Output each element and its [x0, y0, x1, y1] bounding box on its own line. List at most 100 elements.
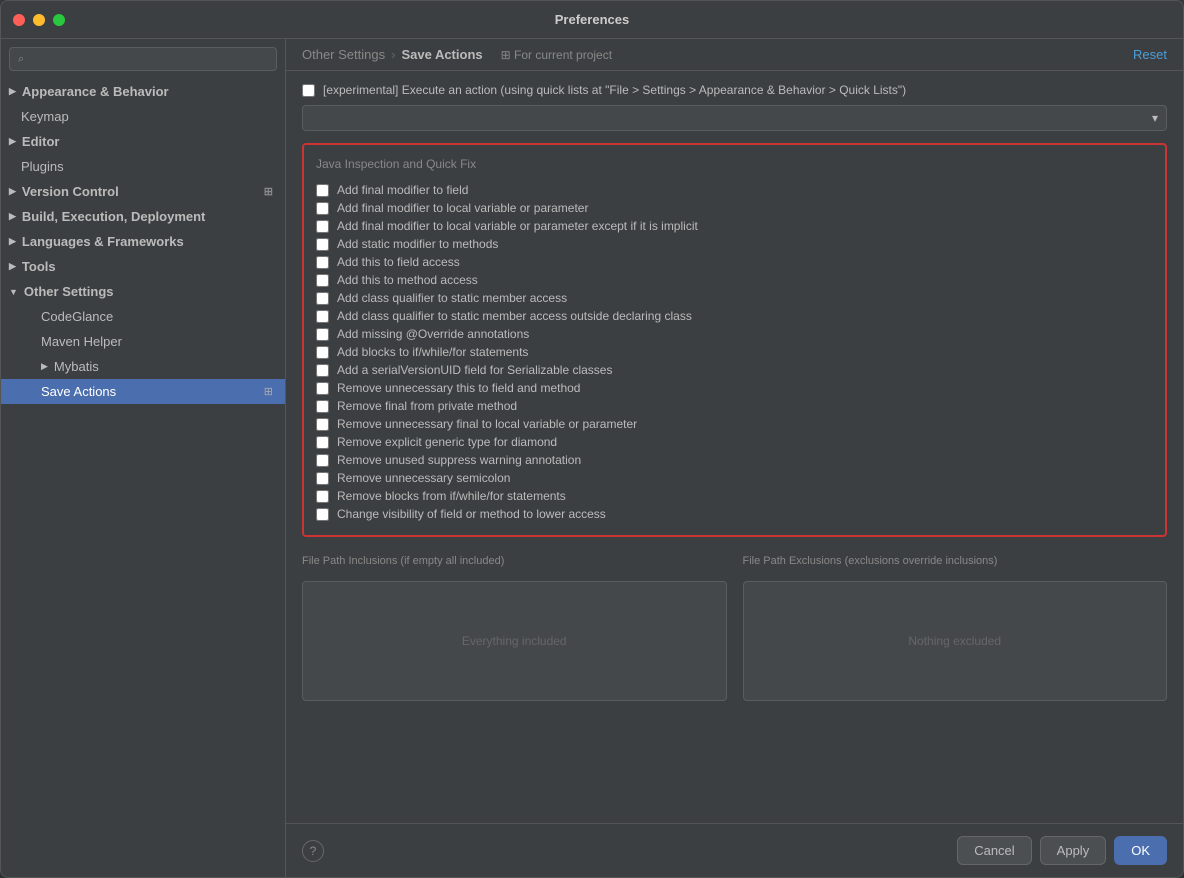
- title-bar: Preferences: [1, 1, 1183, 39]
- label-remove-blocks: Remove blocks from if/while/for statemen…: [337, 489, 566, 503]
- sidebar-item-label: Mybatis: [54, 359, 99, 374]
- chevron-right-icon: ▶: [9, 186, 16, 197]
- close-button[interactable]: [13, 14, 25, 26]
- checkbox-add-final-local[interactable]: [316, 202, 329, 215]
- label-remove-final-local: Remove unnecessary final to local variab…: [337, 417, 637, 431]
- inspection-title: Java Inspection and Quick Fix: [316, 157, 1153, 171]
- inspection-item-17: Remove blocks from if/while/for statemen…: [316, 487, 1153, 505]
- sidebar-item-appearance[interactable]: ▶ Appearance & Behavior: [1, 79, 285, 104]
- sidebar-item-keymap[interactable]: Keymap: [1, 104, 285, 129]
- experimental-checkbox[interactable]: [302, 84, 315, 97]
- label-add-serial: Add a serialVersionUID field for Seriali…: [337, 363, 612, 377]
- dropdown-row[interactable]: ▾: [302, 105, 1167, 131]
- sidebar-item-build[interactable]: ▶ Build, Execution, Deployment: [1, 204, 285, 229]
- search-box[interactable]: ⌕: [9, 47, 277, 71]
- footer-left: ?: [302, 840, 324, 862]
- checkbox-add-this-field[interactable]: [316, 256, 329, 269]
- right-panel: Other Settings › Save Actions For curren…: [286, 39, 1183, 877]
- chevron-right-icon: ▶: [9, 261, 16, 272]
- maximize-button[interactable]: [53, 14, 65, 26]
- checkbox-remove-blocks[interactable]: [316, 490, 329, 503]
- footer: ? Cancel Apply OK: [286, 823, 1183, 877]
- search-icon: ⌕: [18, 53, 24, 66]
- sidebar-item-languages[interactable]: ▶ Languages & Frameworks: [1, 229, 285, 254]
- sidebar-item-codeglance[interactable]: CodeGlance: [1, 304, 285, 329]
- inspection-item-1: Add final modifier to local variable or …: [316, 199, 1153, 217]
- chevron-down-icon: ▼: [9, 287, 18, 297]
- label-add-final-local: Add final modifier to local variable or …: [337, 201, 588, 215]
- inclusions-placeholder: Everything included: [462, 634, 567, 648]
- sidebar-item-maven-helper[interactable]: Maven Helper: [1, 329, 285, 354]
- sidebar-item-other-settings[interactable]: ▼ Other Settings: [1, 279, 285, 304]
- sidebar-item-plugins[interactable]: Plugins: [1, 154, 285, 179]
- breadcrumb-project: For current project: [501, 48, 612, 62]
- label-add-class-qualifier-outside: Add class qualifier to static member acc…: [337, 309, 692, 323]
- inspection-item-12: Remove final from private method: [316, 397, 1153, 415]
- footer-right: Cancel Apply OK: [957, 836, 1167, 865]
- ok-button[interactable]: OK: [1114, 836, 1167, 865]
- sidebar-item-tools[interactable]: ▶ Tools: [1, 254, 285, 279]
- checkbox-remove-this[interactable]: [316, 382, 329, 395]
- sidebar-item-mybatis[interactable]: ▶ Mybatis: [1, 354, 285, 379]
- quick-list-dropdown[interactable]: ▾: [302, 105, 1167, 131]
- label-remove-generic: Remove explicit generic type for diamond: [337, 435, 557, 449]
- help-button[interactable]: ?: [302, 840, 324, 862]
- exclusions-title: File Path Exclusions (exclusions overrid…: [743, 555, 1168, 567]
- inspection-item-5: Add this to method access: [316, 271, 1153, 289]
- inspection-item-13: Remove unnecessary final to local variab…: [316, 415, 1153, 433]
- sidebar-item-version-control[interactable]: ▶ Version Control ⊞: [1, 179, 285, 204]
- checkbox-add-class-qualifier[interactable]: [316, 292, 329, 305]
- chevron-down-icon: ▾: [1152, 111, 1158, 125]
- chevron-right-icon: ▶: [41, 361, 48, 372]
- checkbox-add-final-field[interactable]: [316, 184, 329, 197]
- label-add-override: Add missing @Override annotations: [337, 327, 529, 341]
- exclusions-area[interactable]: Nothing excluded: [743, 581, 1168, 701]
- checkbox-add-serial[interactable]: [316, 364, 329, 377]
- checkbox-add-class-qualifier-outside[interactable]: [316, 310, 329, 323]
- panel-body: [experimental] Execute an action (using …: [286, 71, 1183, 823]
- inspection-item-8: Add missing @Override annotations: [316, 325, 1153, 343]
- inspection-item-15: Remove unused suppress warning annotatio…: [316, 451, 1153, 469]
- reset-link[interactable]: Reset: [1133, 47, 1167, 62]
- cancel-button[interactable]: Cancel: [957, 836, 1031, 865]
- sidebar-item-editor[interactable]: ▶ Editor: [1, 129, 285, 154]
- file-path-inclusions-col: File Path Inclusions (if empty all inclu…: [302, 549, 727, 577]
- sidebar-item-label: Plugins: [21, 159, 64, 174]
- file-paths-columns: Everything included Nothing excluded: [302, 581, 1167, 701]
- checkbox-remove-generic[interactable]: [316, 436, 329, 449]
- file-paths-header: File Path Inclusions (if empty all inclu…: [302, 549, 1167, 577]
- checkbox-remove-suppress[interactable]: [316, 454, 329, 467]
- inspection-item-3: Add static modifier to methods: [316, 235, 1153, 253]
- exclusions-placeholder: Nothing excluded: [908, 634, 1001, 648]
- checkbox-add-this-method[interactable]: [316, 274, 329, 287]
- sidebar-item-label: Keymap: [21, 109, 69, 124]
- checkbox-change-visibility[interactable]: [316, 508, 329, 521]
- search-input[interactable]: [30, 52, 268, 66]
- dialog-title: Preferences: [555, 12, 629, 27]
- label-add-blocks: Add blocks to if/while/for statements: [337, 345, 528, 359]
- label-add-class-qualifier: Add class qualifier to static member acc…: [337, 291, 567, 305]
- sidebar-item-label: Version Control: [22, 184, 119, 199]
- breadcrumb-separator: ›: [391, 47, 395, 62]
- checkbox-add-override[interactable]: [316, 328, 329, 341]
- inspection-item-14: Remove explicit generic type for diamond: [316, 433, 1153, 451]
- sidebar-item-label: Build, Execution, Deployment: [22, 209, 205, 224]
- save-actions-badge: ⊞: [264, 385, 273, 398]
- inspection-item-11: Remove unnecessary this to field and met…: [316, 379, 1153, 397]
- checkbox-remove-semicolon[interactable]: [316, 472, 329, 485]
- inspection-item-2: Add final modifier to local variable or …: [316, 217, 1153, 235]
- inclusions-area[interactable]: Everything included: [302, 581, 727, 701]
- checkbox-add-blocks[interactable]: [316, 346, 329, 359]
- apply-button[interactable]: Apply: [1040, 836, 1107, 865]
- checkbox-remove-final-private[interactable]: [316, 400, 329, 413]
- chevron-right-icon: ▶: [9, 236, 16, 247]
- sidebar: ⌕ ▶ Appearance & Behavior Keymap ▶ Edito…: [1, 39, 286, 877]
- checkbox-remove-final-local[interactable]: [316, 418, 329, 431]
- checkbox-add-static-methods[interactable]: [316, 238, 329, 251]
- chevron-right-icon: ▶: [9, 211, 16, 222]
- sidebar-item-save-actions[interactable]: Save Actions ⊞: [1, 379, 285, 404]
- inspection-box: Java Inspection and Quick Fix Add final …: [302, 143, 1167, 537]
- minimize-button[interactable]: [33, 14, 45, 26]
- checkbox-add-final-local-except[interactable]: [316, 220, 329, 233]
- label-add-this-field: Add this to field access: [337, 255, 460, 269]
